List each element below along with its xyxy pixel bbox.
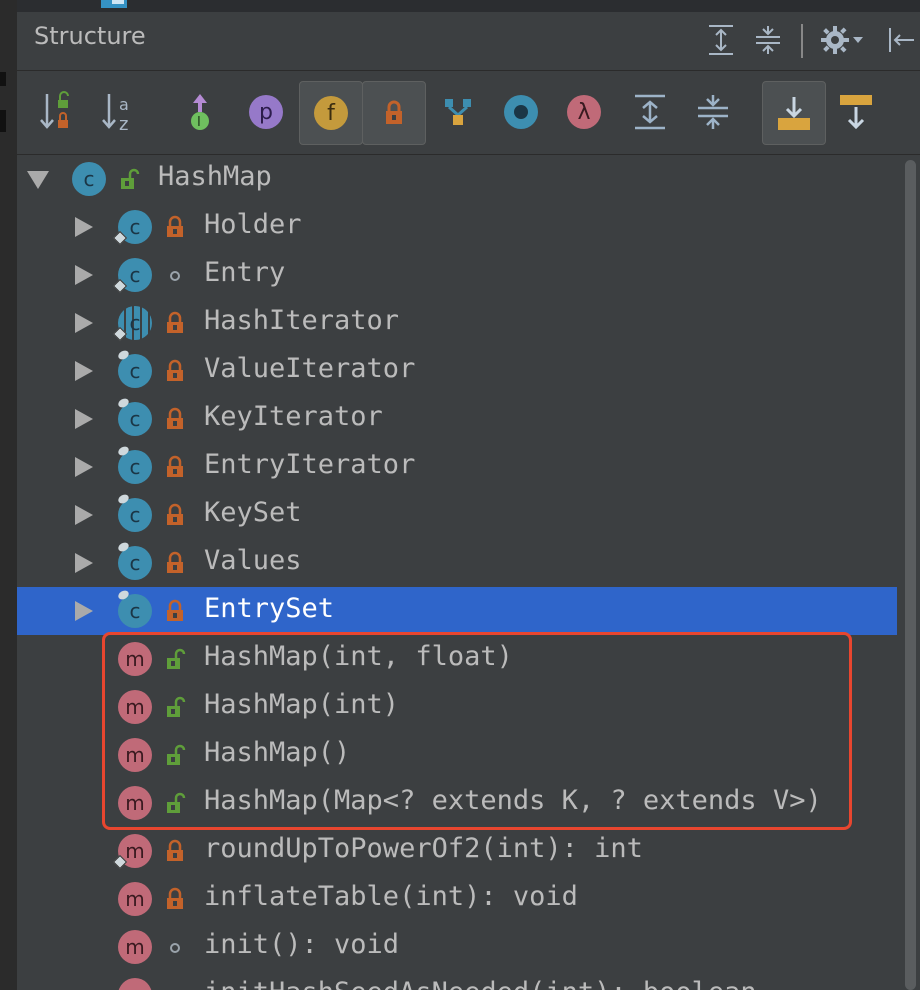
expand-arrow-icon[interactable] [75, 361, 93, 381]
expand-arrow-icon[interactable] [75, 217, 93, 237]
method-icon: m [112, 834, 152, 870]
tree-node-label: initHashSeedAsNeeded(int): boolean [204, 977, 757, 990]
private-lock-icon [164, 503, 186, 527]
expand-arrow-icon[interactable] [75, 313, 93, 333]
tree-class-row[interactable]: c EntrySet [17, 587, 897, 635]
tree-scrollbar[interactable] [903, 160, 917, 990]
constructors-highlight-box [102, 632, 852, 830]
tree-class-row[interactable]: c EntryIterator [17, 443, 897, 491]
show-non-public-icon[interactable] [362, 81, 426, 145]
tree-node-label: inflateTable(int): void [204, 881, 578, 912]
package-private-icon [164, 983, 186, 990]
gear-icon[interactable] [817, 22, 867, 58]
expand-all-icon[interactable] [703, 22, 739, 58]
structure-tree: c HashMap c Holder c Entry c HashIterator c Value… [17, 155, 897, 990]
abstract-class-icon: c [112, 306, 152, 342]
tree-method-row[interactable]: m roundUpToPowerOf2(int): int [17, 827, 897, 875]
svg-text:I: I [197, 115, 201, 130]
private-lock-icon [164, 887, 186, 911]
autoscroll-from-source-icon[interactable] [825, 81, 887, 143]
tree-node-label: roundUpToPowerOf2(int): int [204, 833, 643, 864]
collapse-all-icon[interactable] [750, 22, 786, 58]
expand-icon[interactable] [619, 81, 681, 143]
show-hierarchy-icon[interactable] [427, 81, 489, 143]
tree-node-label: EntryIterator [204, 449, 416, 480]
tree-node-label: init(): void [204, 929, 400, 960]
expand-arrow-icon[interactable] [75, 265, 93, 285]
class-icon: c [112, 258, 152, 294]
sort-by-visibility-icon[interactable] [27, 81, 89, 143]
class-icon: c [116, 492, 152, 532]
private-lock-icon [164, 455, 186, 479]
editor-gutter [0, 0, 17, 990]
tree-node-label: Entry [204, 257, 286, 288]
package-private-icon [164, 935, 186, 959]
private-lock-icon [164, 359, 186, 383]
expand-arrow-icon[interactable] [75, 409, 93, 429]
tree-node-label: HashIterator [204, 305, 400, 336]
package-private-icon [164, 263, 186, 287]
expand-arrow-icon[interactable] [75, 457, 93, 477]
expand-arrow-icon[interactable] [75, 505, 93, 525]
show-properties-icon[interactable]: p [235, 81, 297, 143]
structure-toolbar: a z I p f λ [17, 71, 920, 155]
tree-node-label: Values [204, 545, 302, 576]
class-icon: c [116, 540, 152, 580]
class-icon: c [116, 396, 152, 436]
show-lambdas-icon[interactable]: λ [553, 81, 615, 143]
show-anonymous-icon[interactable] [490, 81, 552, 143]
tree-class-row[interactable]: c HashMap [17, 155, 897, 203]
hide-panel-icon[interactable] [883, 22, 919, 58]
public-lock-icon [118, 167, 140, 191]
autoscroll-to-source-icon[interactable] [762, 81, 826, 145]
tree-node-label: KeyIterator [204, 401, 383, 432]
tree-node-label: Holder [204, 209, 302, 240]
method-icon: m [118, 882, 152, 916]
svg-text:a: a [119, 95, 129, 114]
header-separator [801, 24, 803, 58]
class-icon: c [112, 210, 152, 246]
collapse-icon[interactable] [682, 81, 744, 143]
private-lock-icon [164, 215, 186, 239]
panel-title: Structure [34, 22, 146, 50]
private-lock-icon [164, 311, 186, 335]
method-icon: m [118, 930, 152, 964]
tree-class-row[interactable]: c KeySet [17, 491, 897, 539]
tree-node-label: EntrySet [204, 593, 335, 624]
collapse-arrow-icon[interactable] [27, 171, 49, 189]
top-editor-strip [17, 0, 920, 12]
tree-class-row[interactable]: c Values [17, 539, 897, 587]
scrollbar-thumb[interactable] [905, 160, 916, 990]
private-lock-icon [164, 839, 186, 863]
class-icon: c [116, 588, 152, 628]
private-lock-icon [164, 551, 186, 575]
tree-method-row[interactable]: m inflateTable(int): void [17, 875, 897, 923]
tree-class-row[interactable]: c Entry [17, 251, 897, 299]
structure-panel-header: Structure [17, 12, 920, 71]
show-fields-icon[interactable]: f [299, 81, 363, 145]
class-icon: c [116, 348, 152, 388]
tree-class-row[interactable]: c ValueIterator [17, 347, 897, 395]
tree-method-row[interactable]: m initHashSeedAsNeeded(int): boolean [17, 971, 897, 990]
tree-node-label: HashMap [158, 161, 272, 192]
expand-arrow-icon[interactable] [75, 601, 93, 621]
method-icon: m [118, 978, 152, 990]
tree-class-row[interactable]: c Holder [17, 203, 897, 251]
show-inherited-icon[interactable]: I [169, 81, 231, 143]
tree-node-label: ValueIterator [204, 353, 416, 384]
sort-alphabetically-icon[interactable]: a z [89, 81, 151, 143]
expand-arrow-icon[interactable] [75, 553, 93, 573]
private-lock-icon [164, 599, 186, 623]
tree-node-label: KeySet [204, 497, 302, 528]
private-lock-icon [164, 407, 186, 431]
class-icon: c [72, 162, 106, 196]
svg-text:z: z [119, 114, 128, 134]
tree-class-row[interactable]: c HashIterator [17, 299, 897, 347]
tree-class-row[interactable]: c KeyIterator [17, 395, 897, 443]
tree-method-row[interactable]: m init(): void [17, 923, 897, 971]
class-icon: c [116, 444, 152, 484]
